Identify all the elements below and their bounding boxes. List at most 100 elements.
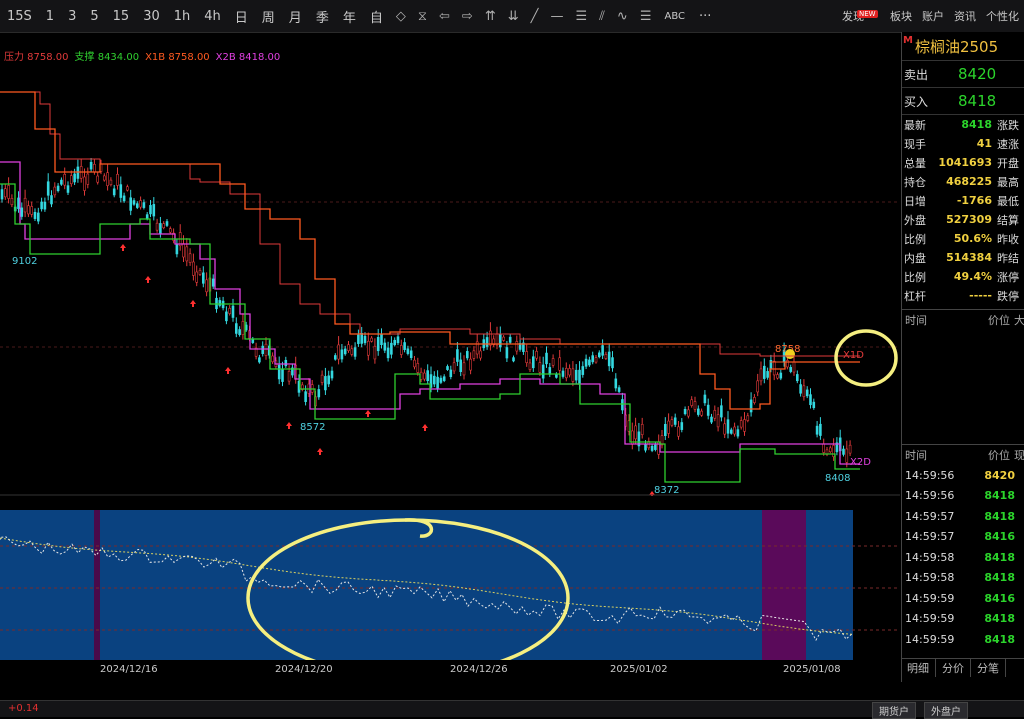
period-10[interactable]: 月 [282, 7, 309, 26]
candle-body [621, 399, 624, 411]
tick-header: 时间 价位 现 [902, 444, 1024, 465]
candle-body [103, 175, 106, 181]
hline-icon[interactable]: — [544, 9, 569, 24]
arrow-right-icon[interactable]: ⇨ [456, 9, 479, 24]
stat-row: 杠杆 ----- 跌停 [902, 286, 1024, 305]
candle-body [383, 342, 387, 351]
tick-row: 14:59:59 8418 [902, 629, 1024, 650]
candle-body [743, 419, 746, 432]
foreign-account-button[interactable]: 外盘户 [924, 702, 968, 719]
candle-body [73, 173, 76, 183]
candle-body [409, 350, 413, 358]
stat-row: 现手 41 速涨 [902, 134, 1024, 153]
more-button[interactable]: ··· [692, 9, 718, 24]
personalize-button[interactable]: 个性化 [981, 8, 1024, 24]
candle-body [370, 337, 373, 342]
contract-name: 棕榈油2505 [914, 37, 999, 56]
wave-icon[interactable]: ∿ [611, 9, 634, 24]
period-9[interactable]: 周 [255, 7, 282, 26]
candle-body [469, 358, 472, 371]
candle-body [535, 351, 538, 359]
candle-body [795, 374, 799, 382]
candle-body [578, 369, 581, 385]
buy-arrow-icon [190, 300, 196, 307]
candle-body [512, 357, 515, 362]
account-button[interactable]: 账户 [917, 8, 949, 24]
candle-body [353, 347, 357, 357]
candle-body [555, 373, 558, 378]
abc-tool-button[interactable]: ABC [657, 11, 692, 22]
multi-line-icon[interactable]: ⫽ [593, 9, 611, 24]
discover-button[interactable]: 发现 NEW [837, 8, 878, 24]
candle-body [195, 271, 198, 283]
tab-tick[interactable]: 分笔 [971, 659, 1006, 677]
period-6[interactable]: 1h [167, 9, 198, 24]
tick-row: 14:59:59 8416 [902, 588, 1024, 609]
period-3[interactable]: 5 [83, 9, 105, 24]
arrow-left-icon[interactable]: ⇦ [433, 9, 456, 24]
period-12[interactable]: 年 [336, 7, 363, 26]
period-4[interactable]: 15 [106, 9, 137, 24]
double-down-icon[interactable]: ⇊ [502, 9, 525, 24]
sell-price: 8420 [958, 65, 997, 83]
tick-time: 14:59:59 [905, 612, 955, 626]
tick-time: 14:59:57 [905, 530, 955, 544]
period-0[interactable]: 15S [0, 9, 39, 24]
tab-detail[interactable]: 明细 [901, 659, 936, 677]
contract-title[interactable]: M 棕榈油2505 [902, 32, 1024, 61]
tick-row: 14:59:59 8418 [902, 609, 1024, 630]
menu-icon[interactable]: ☰ [569, 9, 593, 24]
sub-indicator-chart[interactable] [0, 508, 900, 660]
stat-label: 比例 [904, 270, 926, 284]
candle-body [7, 185, 10, 199]
stat-value: -1766 [956, 194, 992, 207]
candle-body [165, 221, 169, 226]
period-7[interactable]: 4h [197, 9, 228, 24]
candle-body [23, 197, 27, 213]
news-button[interactable]: 资讯 [949, 8, 981, 24]
buy-arrow-icon [225, 367, 231, 374]
stat-value: 41 [976, 137, 992, 150]
period-2[interactable]: 3 [61, 9, 83, 24]
candle-body [340, 349, 344, 360]
period-13[interactable]: 自 [363, 7, 390, 26]
candle-body [413, 359, 416, 368]
hourglass-icon[interactable]: ⧖ [412, 9, 433, 24]
sector-button[interactable]: 板块 [885, 8, 917, 24]
period-11[interactable]: 季 [309, 7, 336, 26]
stat-label-right: 跌停 [997, 289, 1019, 303]
period-1[interactable]: 1 [39, 9, 61, 24]
candle-body [644, 443, 647, 451]
buy-arrow-icon [286, 422, 292, 429]
candle-body [753, 397, 756, 403]
fib-icon[interactable]: ☰ [634, 9, 658, 24]
stat-row: 比例 50.6% 昨收 [902, 229, 1024, 248]
period-8[interactable]: 日 [228, 7, 255, 26]
candle-body [634, 425, 637, 440]
candle-body [746, 415, 750, 421]
tab-price-dist[interactable]: 分价 [936, 659, 971, 677]
diamond-left-icon[interactable]: ◇ [390, 9, 412, 24]
candle-body [703, 394, 707, 404]
candle-body [515, 341, 519, 352]
stat-label-right: 涨跌 [997, 118, 1019, 132]
tick-price: 8418 [984, 632, 1015, 646]
tick-price: 8418 [984, 489, 1015, 503]
period-5[interactable]: 30 [136, 9, 167, 24]
draw-tools: ◇ ⧖ ⇦ ⇨ ⇈ ⇊ ╱ — ☰ ⫽ ∿ ☰ [390, 9, 658, 24]
date-label: 2025/01/08 [783, 664, 841, 675]
indicator-bg [0, 510, 853, 660]
candle-body [558, 357, 562, 371]
tick-time: 14:59:56 [905, 468, 955, 482]
last-label: 8408 [825, 473, 850, 484]
candlestick-chart[interactable]: 9102 8572 8372 8408 8758 X1D X2D [0, 44, 900, 496]
candle-body [426, 370, 430, 381]
double-up-icon[interactable]: ⇈ [479, 9, 502, 24]
candle-body [571, 368, 575, 382]
futures-account-button[interactable]: 期货户 [872, 702, 916, 719]
candle-body [258, 357, 261, 363]
candle-body [541, 364, 545, 379]
line-draw-icon[interactable]: ╱ [525, 9, 545, 24]
stat-label: 现手 [904, 137, 926, 151]
candle-body [617, 387, 621, 392]
